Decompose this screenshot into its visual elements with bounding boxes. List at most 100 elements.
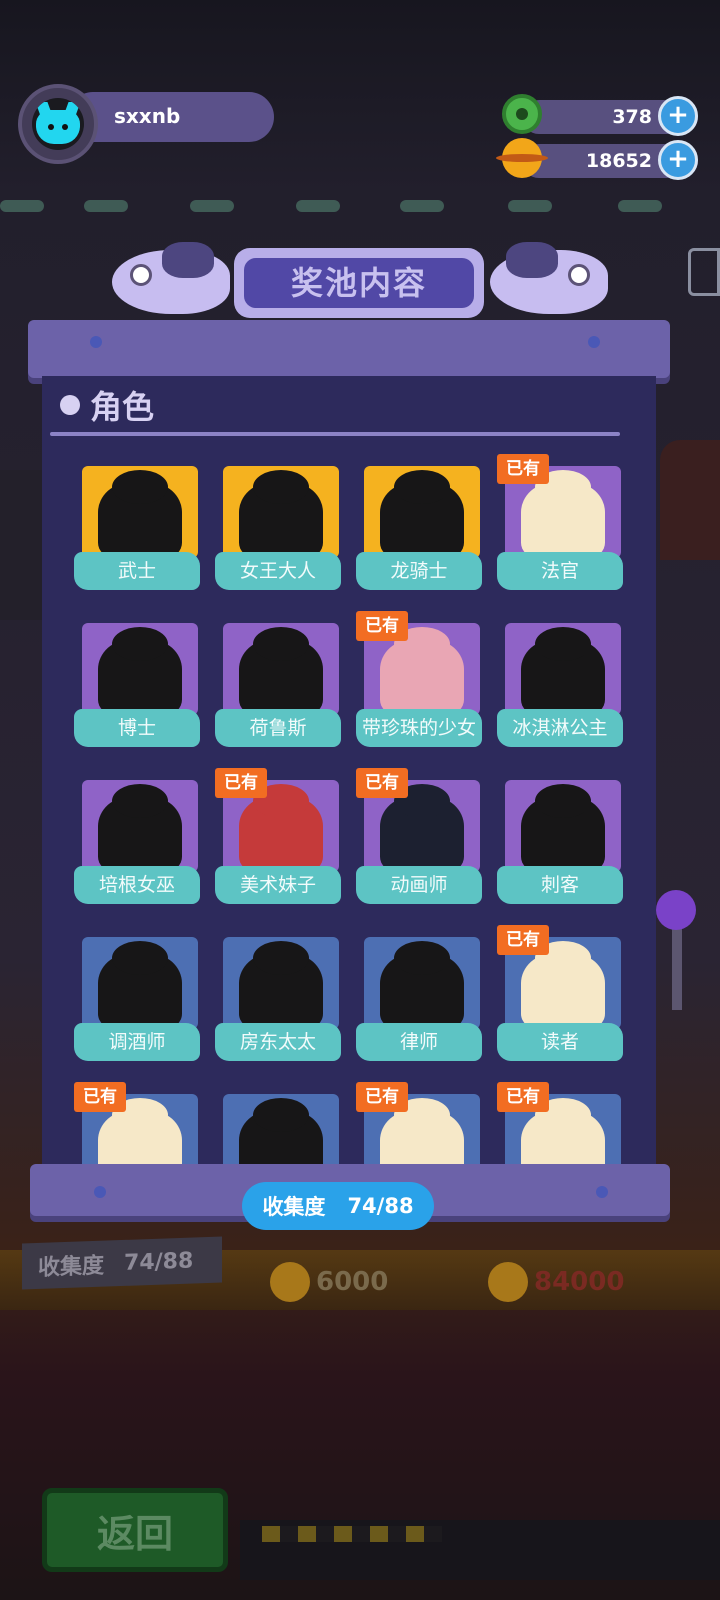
character-card[interactable]: 荷鲁斯 <box>215 623 341 755</box>
character-card[interactable]: 龙骑士 <box>356 466 482 598</box>
section-divider <box>50 432 620 436</box>
return-button-label: 返回 <box>96 1511 173 1556</box>
character-card[interactable]: 动画师 已有 <box>356 768 482 912</box>
donut-icon <box>502 94 542 134</box>
section-header: 角色 <box>60 382 154 428</box>
character-silhouette <box>380 941 464 1029</box>
donut-currency: 378 + <box>502 94 698 136</box>
character-card[interactable]: 刺客 <box>497 780 623 912</box>
section-title: 角色 <box>90 388 155 426</box>
rivet <box>588 336 600 348</box>
rivet <box>90 336 102 348</box>
coin-currency-value: 18652 <box>585 150 652 172</box>
collection-progress: 收集度 74/88 <box>242 1182 434 1230</box>
character-card[interactable]: 读者 已有 <box>497 925 623 1069</box>
owned-badge: 已有 <box>497 1082 549 1112</box>
character-silhouette <box>98 627 182 715</box>
owned-badge: 已有 <box>497 454 549 484</box>
hazard-stripes <box>262 1526 442 1542</box>
character-name: 动画师 <box>356 866 482 904</box>
background-collection-text: 收集度 <box>38 1253 105 1281</box>
bullet-icon <box>60 395 80 415</box>
character-name: 调酒师 <box>74 1023 200 1061</box>
username: sxxnb <box>114 104 181 128</box>
character-portrait <box>239 784 323 872</box>
coin-currency: 18652 + <box>496 138 698 180</box>
donut-currency-value: 378 <box>612 106 652 128</box>
background-price-1-value: 6000 <box>316 1267 389 1297</box>
cat-avatar-icon <box>36 110 80 144</box>
character-card[interactable]: 房东太太 <box>215 937 341 1069</box>
character-name: 荷鲁斯 <box>215 709 341 747</box>
character-name: 美术妹子 <box>215 866 341 904</box>
owned-badge: 已有 <box>74 1082 126 1112</box>
owned-badge: 已有 <box>356 1082 408 1112</box>
character-card[interactable]: 法官 已有 <box>497 454 623 598</box>
background-collection-label: 收集度 74/88 <box>22 1236 222 1290</box>
character-name: 律师 <box>356 1023 482 1061</box>
add-donut-button[interactable]: + <box>658 96 698 136</box>
character-card[interactable]: 培根女巫 <box>74 780 200 912</box>
panel-title: 奖池内容 <box>244 258 474 308</box>
background-price-2-value: 84000 <box>534 1267 625 1297</box>
owned-badge: 已有 <box>215 768 267 798</box>
character-name: 房东太太 <box>215 1023 341 1061</box>
character-card[interactable]: 博士 <box>74 623 200 755</box>
character-name: 培根女巫 <box>74 866 200 904</box>
planet-coin-icon <box>488 1262 528 1302</box>
planet-coin-icon <box>496 138 548 178</box>
character-silhouette <box>98 941 182 1029</box>
username-pill: sxxnb <box>68 92 274 142</box>
character-silhouette <box>239 941 323 1029</box>
rivet <box>596 1186 608 1198</box>
character-name: 女王大人 <box>215 552 341 590</box>
planet-coin-icon <box>270 1262 310 1302</box>
panel-title-banner: 奖池内容 <box>112 242 608 324</box>
avatar <box>32 98 84 150</box>
fish-decoration-icon <box>112 242 230 314</box>
character-card[interactable]: 已有 <box>74 1082 200 1166</box>
character-portrait <box>521 470 605 558</box>
avatar-frame[interactable] <box>18 84 98 164</box>
add-coin-button[interactable]: + <box>658 140 698 180</box>
character-name: 博士 <box>74 709 200 747</box>
background-lights <box>0 196 720 216</box>
character-silhouette <box>380 470 464 558</box>
return-button: 返回 <box>42 1488 228 1572</box>
character-portrait <box>521 941 605 1029</box>
character-silhouette <box>521 627 605 715</box>
character-name: 冰淇淋公主 <box>497 709 623 747</box>
character-card[interactable]: 女王大人 <box>215 466 341 598</box>
character-name: 读者 <box>497 1023 623 1061</box>
collection-label: 收集度 <box>262 1195 326 1219</box>
character-silhouette <box>239 470 323 558</box>
character-card[interactable]: 冰淇淋公主 <box>497 623 623 755</box>
character-card[interactable]: 带珍珠的少女 已有 <box>356 611 482 755</box>
background-cabinet-right <box>660 440 720 560</box>
character-card[interactable]: 已有 <box>497 1082 623 1166</box>
character-portrait <box>98 1098 182 1166</box>
plug-icon <box>688 248 720 296</box>
owned-badge: 已有 <box>356 611 408 641</box>
character-card[interactable]: 调酒师 <box>74 937 200 1069</box>
character-name: 龙骑士 <box>356 552 482 590</box>
prize-pool-list[interactable]: 角色 武士 女王大人 龙骑士 法官 已有 博士 荷鲁斯 带珍珠的少女 已有 冰淇淋公主 培根女巫 美术… <box>42 376 656 1166</box>
character-portrait <box>380 1098 464 1166</box>
character-card[interactable]: 已有 <box>356 1082 482 1166</box>
character-name: 带珍珠的少女 <box>356 709 482 747</box>
character-name: 法官 <box>497 552 623 590</box>
character-card[interactable]: 律师 <box>356 937 482 1069</box>
character-card[interactable] <box>215 1094 341 1166</box>
character-card[interactable]: 武士 <box>74 466 200 598</box>
character-portrait <box>380 784 464 872</box>
panel-header-bar <box>28 320 670 378</box>
background-cabinet-left <box>0 470 44 620</box>
character-portrait <box>380 627 464 715</box>
character-silhouette <box>239 1098 323 1166</box>
background-price-2: 84000 <box>488 1262 624 1302</box>
character-name: 武士 <box>74 552 200 590</box>
rivet <box>94 1186 106 1198</box>
character-silhouette <box>98 784 182 872</box>
character-card[interactable]: 美术妹子 已有 <box>215 768 341 912</box>
background-price-1: 6000 <box>270 1262 388 1302</box>
